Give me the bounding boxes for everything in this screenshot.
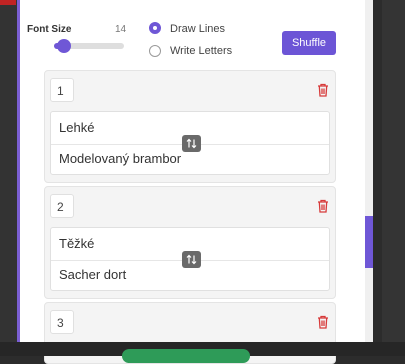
item-number: 3 xyxy=(50,310,74,334)
pair-right-text[interactable]: Sacher dort xyxy=(59,267,126,282)
pair-card: 1 Lehké Modelovaný brambor xyxy=(44,70,336,183)
pair-right-text[interactable]: Modelovaný brambor xyxy=(59,151,181,166)
panel-scrollbar[interactable] xyxy=(365,0,373,342)
trash-icon[interactable] xyxy=(317,83,329,102)
slider-thumb[interactable] xyxy=(57,39,71,53)
shuffle-button[interactable]: Shuffle xyxy=(282,31,336,55)
pair-left-text[interactable]: Lehké xyxy=(59,120,94,135)
top-red-button-edge[interactable] xyxy=(0,0,16,5)
draw-lines-label[interactable]: Draw Lines xyxy=(170,23,225,35)
swap-vertical-icon[interactable] xyxy=(182,251,201,268)
pair-box: Lehké Modelovaný brambor xyxy=(50,111,330,175)
draw-lines-radio[interactable] xyxy=(149,22,161,34)
swap-vertical-icon[interactable] xyxy=(182,135,201,152)
pair-box: Těžké Sacher dort xyxy=(50,227,330,291)
item-number: 1 xyxy=(50,78,74,102)
write-letters-radio[interactable] xyxy=(149,45,161,57)
font-size-label: Font Size xyxy=(27,24,72,35)
pair-left-text[interactable]: Těžké xyxy=(59,236,94,251)
font-size-value: 14 xyxy=(115,24,127,35)
write-letters-label[interactable]: Write Letters xyxy=(170,45,232,57)
trash-icon[interactable] xyxy=(317,199,329,218)
confirm-button[interactable] xyxy=(122,349,250,363)
background-right xyxy=(382,0,405,356)
scrollbar-thumb[interactable] xyxy=(365,216,373,268)
pair-card: 2 Těžké Sacher dort xyxy=(44,186,336,299)
trash-icon[interactable] xyxy=(317,315,329,334)
item-number: 2 xyxy=(50,194,74,218)
